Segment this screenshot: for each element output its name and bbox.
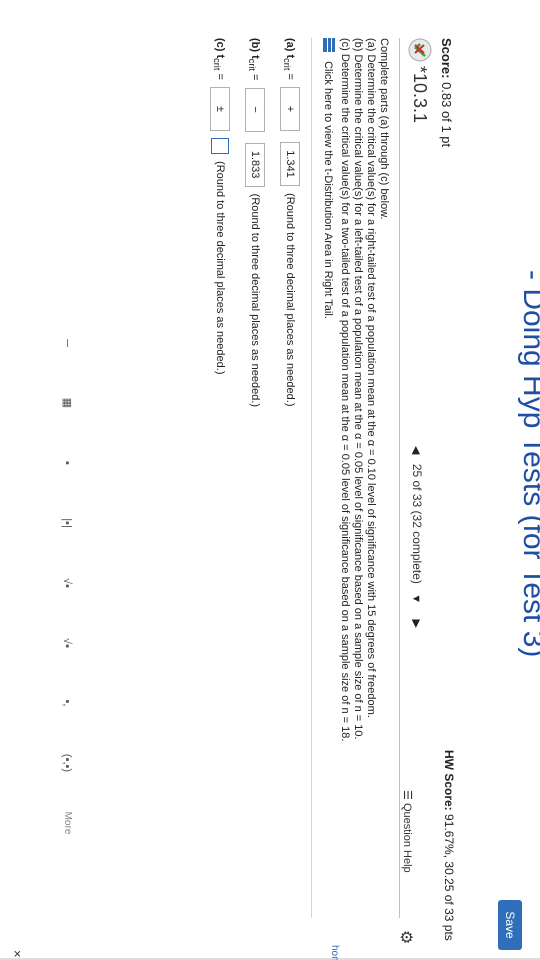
- answer-a-label: (a) t: [284, 38, 297, 59]
- absolute-value-tool-icon[interactable]: |▪|: [56, 510, 78, 536]
- answer-row-b: (b) tcrit = − 1.833 (Round to three deci…: [245, 38, 265, 407]
- partial-credit-icon: [408, 38, 432, 62]
- exponent-tool-icon[interactable]: ▪: [56, 450, 78, 476]
- fraction-tool-icon[interactable]: ─: [56, 330, 78, 356]
- mixed-number-tool-icon[interactable]: ▦: [56, 390, 78, 416]
- hw-score-label: HW Score:: [442, 750, 456, 811]
- score-row: Score: 0.83 of 1 pt: [439, 38, 454, 147]
- prompt-intro: Complete parts (a) through (c) below.: [378, 38, 390, 220]
- help-list-icon: ☰: [401, 790, 413, 800]
- score-label: Score:: [439, 38, 454, 79]
- question-help-label: Question Help: [401, 802, 413, 873]
- answer-a-note: (Round to three decimal places as needed…: [284, 193, 297, 407]
- answer-b-label: (b) t: [249, 38, 262, 59]
- question-help-link[interactable]: ☰ Question Help: [401, 790, 414, 873]
- prompt-part-a: (a) Determine the critical value(s) for …: [365, 38, 377, 718]
- answer-c-equals: =: [214, 73, 227, 80]
- question-nav: ◀ 25 of 33 (32 complete) ▼ ▶: [410, 440, 424, 634]
- answer-a-subscript: crit: [281, 58, 292, 71]
- answer-a-sign-box[interactable]: +: [280, 86, 300, 131]
- answer-c-sign-box[interactable]: ±: [210, 86, 230, 131]
- answer-a-input[interactable]: 1.341: [280, 142, 300, 187]
- answer-b-note: (Round to three decimal places as needed…: [249, 193, 262, 408]
- homework-page: - Doing Hyp Tests (for Test 3) Save Scor…: [0, 0, 540, 960]
- answer-row-a: (a) tcrit = + 1.341 (Round to three deci…: [280, 38, 300, 406]
- hw-score: HW Score: 91.67%, 30.25 of 33 pts: [442, 750, 456, 941]
- stage: - Doing Hyp Tests (for Test 3) Save Scor…: [0, 0, 540, 960]
- question-number: *10.3.1: [410, 66, 430, 124]
- gear-icon[interactable]: ⚙: [396, 930, 416, 944]
- assignment-title: - Doing Hyp Tests (for Test 3): [517, 270, 540, 658]
- answer-b-input[interactable]: 1.833: [245, 142, 265, 187]
- prev-question-icon[interactable]: ◀: [410, 446, 423, 454]
- question-progress: 25 of 33 (32 complete): [410, 463, 424, 584]
- score-value: 0.83 of 1 pt: [439, 82, 454, 148]
- question-dropdown-icon[interactable]: ▼: [410, 593, 422, 604]
- save-button[interactable]: Save: [498, 900, 522, 950]
- math-toolbar: ─ ▦ ▪ |▪| √▪ √▪ ▪, (▪,▪) More: [54, 330, 78, 930]
- prompt-part-c: (c) Determine the critical value(s) for …: [339, 38, 351, 742]
- more-tools-button[interactable]: More: [56, 810, 78, 836]
- answer-b-sign-box[interactable]: −: [245, 87, 265, 132]
- decimal-tool-icon[interactable]: ▪,: [56, 690, 78, 716]
- answer-b-equals: =: [249, 74, 262, 81]
- answer-c-label: (c) t: [214, 38, 227, 59]
- divider: [399, 38, 400, 918]
- side-tab[interactable]: home: [329, 945, 340, 960]
- divider: [311, 38, 312, 918]
- hw-score-value: 91.67%, 30.25 of 33 pts: [442, 814, 456, 941]
- answer-a-equals: =: [284, 73, 297, 80]
- table-icon: [323, 38, 335, 52]
- close-icon[interactable]: ×: [10, 950, 25, 958]
- square-root-tool-icon[interactable]: √▪: [56, 570, 78, 596]
- answer-c-note: (Round to three decimal places as needed…: [214, 161, 227, 375]
- nth-root-tool-icon[interactable]: √▪: [56, 630, 78, 656]
- answer-b-subscript: crit: [246, 58, 257, 71]
- answer-c-input[interactable]: [211, 138, 229, 155]
- ordered-pair-tool-icon[interactable]: (▪,▪): [56, 750, 78, 776]
- t-distribution-link-label: Click here to view the t-Distribution Ar…: [322, 61, 334, 319]
- prompt-part-b: (b) Determine the critical value(s) for …: [352, 38, 364, 740]
- t-distribution-link[interactable]: Click here to view the t-Distribution Ar…: [322, 38, 335, 319]
- answer-c-subscript: crit: [211, 58, 222, 71]
- answer-row-c: (c) tcrit = ± (Round to three decimal pl…: [210, 38, 230, 374]
- next-question-icon[interactable]: ▶: [410, 619, 423, 627]
